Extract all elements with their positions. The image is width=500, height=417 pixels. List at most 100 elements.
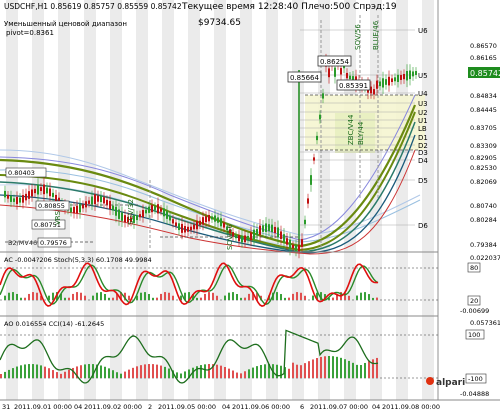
candle-body [28,191,30,199]
candle-body [235,235,237,238]
ao-bar [168,368,170,378]
candle-body [349,76,351,79]
time-axis-label: 31 [2,403,10,411]
ao-bar [236,373,238,378]
time-axis-label: 2011.09.06 00:00 [232,403,290,411]
ao-bar [304,363,306,378]
candle-body [220,218,222,226]
ac-bar [144,292,146,300]
candle-body [13,198,15,202]
ac-bar [104,294,106,300]
candle-body [109,201,111,209]
ao-bar [132,368,134,378]
ac-bar [348,296,350,300]
vertical-tag: BLY/44 [357,121,365,145]
status-line: Текущее время 12:28:40 Плечо:500 Спрэд:1… [181,2,397,12]
ao-bar [356,365,358,378]
ac-bar [28,294,30,300]
box-b-label: 0.85391 [339,82,368,90]
ao-bar [208,364,210,378]
ac-bar [228,293,230,300]
ac-bar [160,294,162,300]
ac-bar [224,296,226,300]
ao-bar [336,357,338,378]
vertical-tag: ZBC/V44 [347,114,355,145]
stoch-axis-top: 0.022037 [470,254,500,262]
candle-body [409,71,411,80]
ao-bar [344,359,346,378]
candle-body [382,78,384,87]
ao-bar [328,356,330,378]
candle-body [169,216,171,221]
ao-bar [20,365,22,378]
ao-bar [80,365,82,378]
ao-bar [224,367,226,378]
candle-body [4,191,6,197]
candle-body [151,205,153,212]
ac-bar [80,293,82,300]
level-label: U6 [418,27,428,35]
candle-body [142,210,144,217]
session-stripe [266,0,278,400]
candle-body [295,245,297,251]
ac-bar [288,298,290,300]
ao-bar [184,371,186,378]
candle-body [82,204,84,208]
level-label: D3 [418,149,428,157]
range-label: Уменьшенный ценовой диапазон [4,20,127,28]
trading-chart[interactable]: U6U5U4U3U2U1LBD1D2D3D4D5D6 USDCHF,H1 0.8… [0,0,500,413]
ac-bar [280,294,282,300]
time-axis-label: 2011.09.01 00:00 [14,403,72,411]
ac-bar [200,298,202,300]
candle-body [280,231,282,239]
candle-body [121,213,123,221]
candle-body [205,216,207,222]
ac-bar [68,298,70,300]
stoch-axis-bottom: -0.00699 [460,307,489,315]
price-axis-label: 0.82530 [470,164,497,172]
ac-bar [108,298,110,300]
candle-body [46,187,48,193]
ao-bar [332,356,334,378]
candle-body [244,235,246,242]
candle-body [253,230,255,239]
ac-bar [172,296,174,300]
candle-body [22,195,24,203]
candle-body [313,157,315,160]
left-c-label: 0.79576 [40,239,67,247]
ao-bar [360,365,362,378]
current-price-label: 0.85742 [470,69,500,78]
ao-bar [88,364,90,378]
ao-bar [180,374,182,378]
candle-body [79,204,81,212]
ao-bar [264,364,266,378]
stoch-label: AC -0.004?206 Stoch(5,3,3) 60.1708 49.99… [4,256,152,264]
ao-bar [4,372,6,378]
candle-body [88,201,90,204]
ao-bar [300,365,302,378]
session-stripe [396,0,408,400]
candle-body [277,227,279,237]
ao-bar [308,361,310,378]
candle-body [70,208,72,213]
ao-bar [160,366,162,378]
session-stripe [422,0,434,400]
candle-body [94,194,96,204]
candle-body [55,195,57,201]
level-label: LB [418,125,427,133]
ao-bar [352,363,354,378]
ac-bar [276,292,278,300]
candle-body [139,214,141,217]
price-axis-label: 0.84834 [470,92,497,100]
ao-bar [228,369,230,378]
time-axis-label: 2011.09.02 00:00 [84,403,142,411]
candle-body [7,195,9,199]
time-axis-label: 6 [300,403,304,411]
ao-bar [320,357,322,378]
candle-body [328,68,330,77]
cci-axis-top: 0.057361 [470,319,500,327]
chart-canvas[interactable]: U6U5U4U3U2U1LBD1D2D3D4D5D6 USDCHF,H1 0.8… [0,0,500,413]
session-stripe [240,0,252,400]
candle-body [37,185,39,195]
candle-body [271,225,273,232]
